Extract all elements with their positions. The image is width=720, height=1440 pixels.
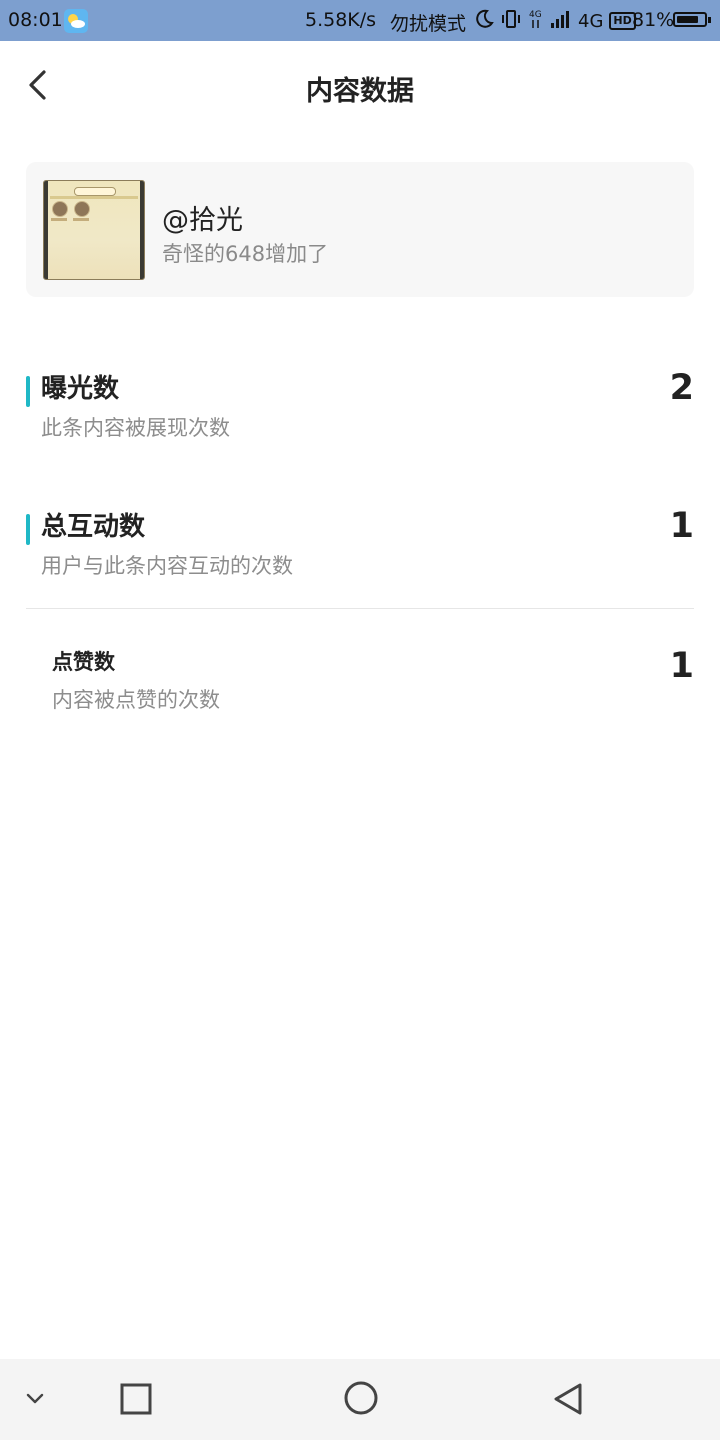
circle-icon (343, 1380, 379, 1420)
dnd-mode-label: 勿扰模式 (390, 13, 467, 35)
nav-collapse-button[interactable] (16, 1381, 54, 1419)
metric-description: 此条内容被展现次数 (41, 416, 230, 440)
nav-home-button[interactable] (338, 1377, 384, 1423)
status-bar: 08:01 5.58K/s 勿扰模式 4G 4G HD 81% (0, 0, 720, 41)
metric-total-interactions: 总互动数 用户与此条内容互动的次数 1 (26, 506, 694, 586)
sub-metric-value: 1 (669, 646, 694, 686)
metric-value: 2 (669, 368, 694, 408)
content-card[interactable]: @拾光 奇怪的648增加了 (26, 162, 694, 297)
divider (26, 608, 694, 609)
page-header: 内容数据 (0, 41, 720, 133)
square-icon (120, 1383, 152, 1419)
nav-back-button[interactable] (546, 1379, 590, 1423)
battery-nub (708, 17, 711, 23)
chevron-down-icon (25, 1391, 45, 1410)
metric-description: 用户与此条内容互动的次数 (41, 554, 293, 578)
battery-percent: 81% (632, 9, 675, 31)
signal-icon (550, 9, 572, 34)
content-thumbnail (43, 180, 145, 280)
battery-icon (673, 12, 711, 27)
content-author: @拾光 (162, 205, 243, 236)
metric-accent-bar (26, 514, 30, 545)
net-speed: 5.58K/s (305, 9, 377, 31)
battery-fill (677, 16, 698, 23)
vibrate-icon (500, 9, 522, 34)
metric-value: 1 (669, 506, 694, 546)
status-time: 08:01 (8, 9, 63, 31)
metric-title: 总互动数 (41, 512, 146, 542)
status-icons: 4G 4G HD (474, 8, 636, 34)
svg-text:4G: 4G (529, 10, 542, 20)
triangle-back-icon (552, 1382, 584, 1420)
moon-icon (474, 9, 494, 34)
metric-exposure: 曝光数 此条内容被展现次数 2 (26, 368, 694, 448)
metric-title: 曝光数 (41, 374, 120, 404)
system-nav-bar (0, 1359, 720, 1440)
content-description: 奇怪的648增加了 (162, 242, 329, 266)
metric-likes: 点赞数 内容被点赞的次数 1 (52, 646, 694, 716)
nav-recents-button[interactable] (114, 1379, 158, 1423)
page-title: 内容数据 (306, 76, 414, 107)
metric-accent-bar (26, 376, 30, 407)
network-type: 4G (578, 10, 604, 32)
sub-metric-title: 点赞数 (52, 650, 115, 674)
data-4g-icon: 4G (528, 8, 544, 35)
sub-metric-description: 内容被点赞的次数 (52, 688, 220, 712)
weather-icon (64, 9, 88, 33)
